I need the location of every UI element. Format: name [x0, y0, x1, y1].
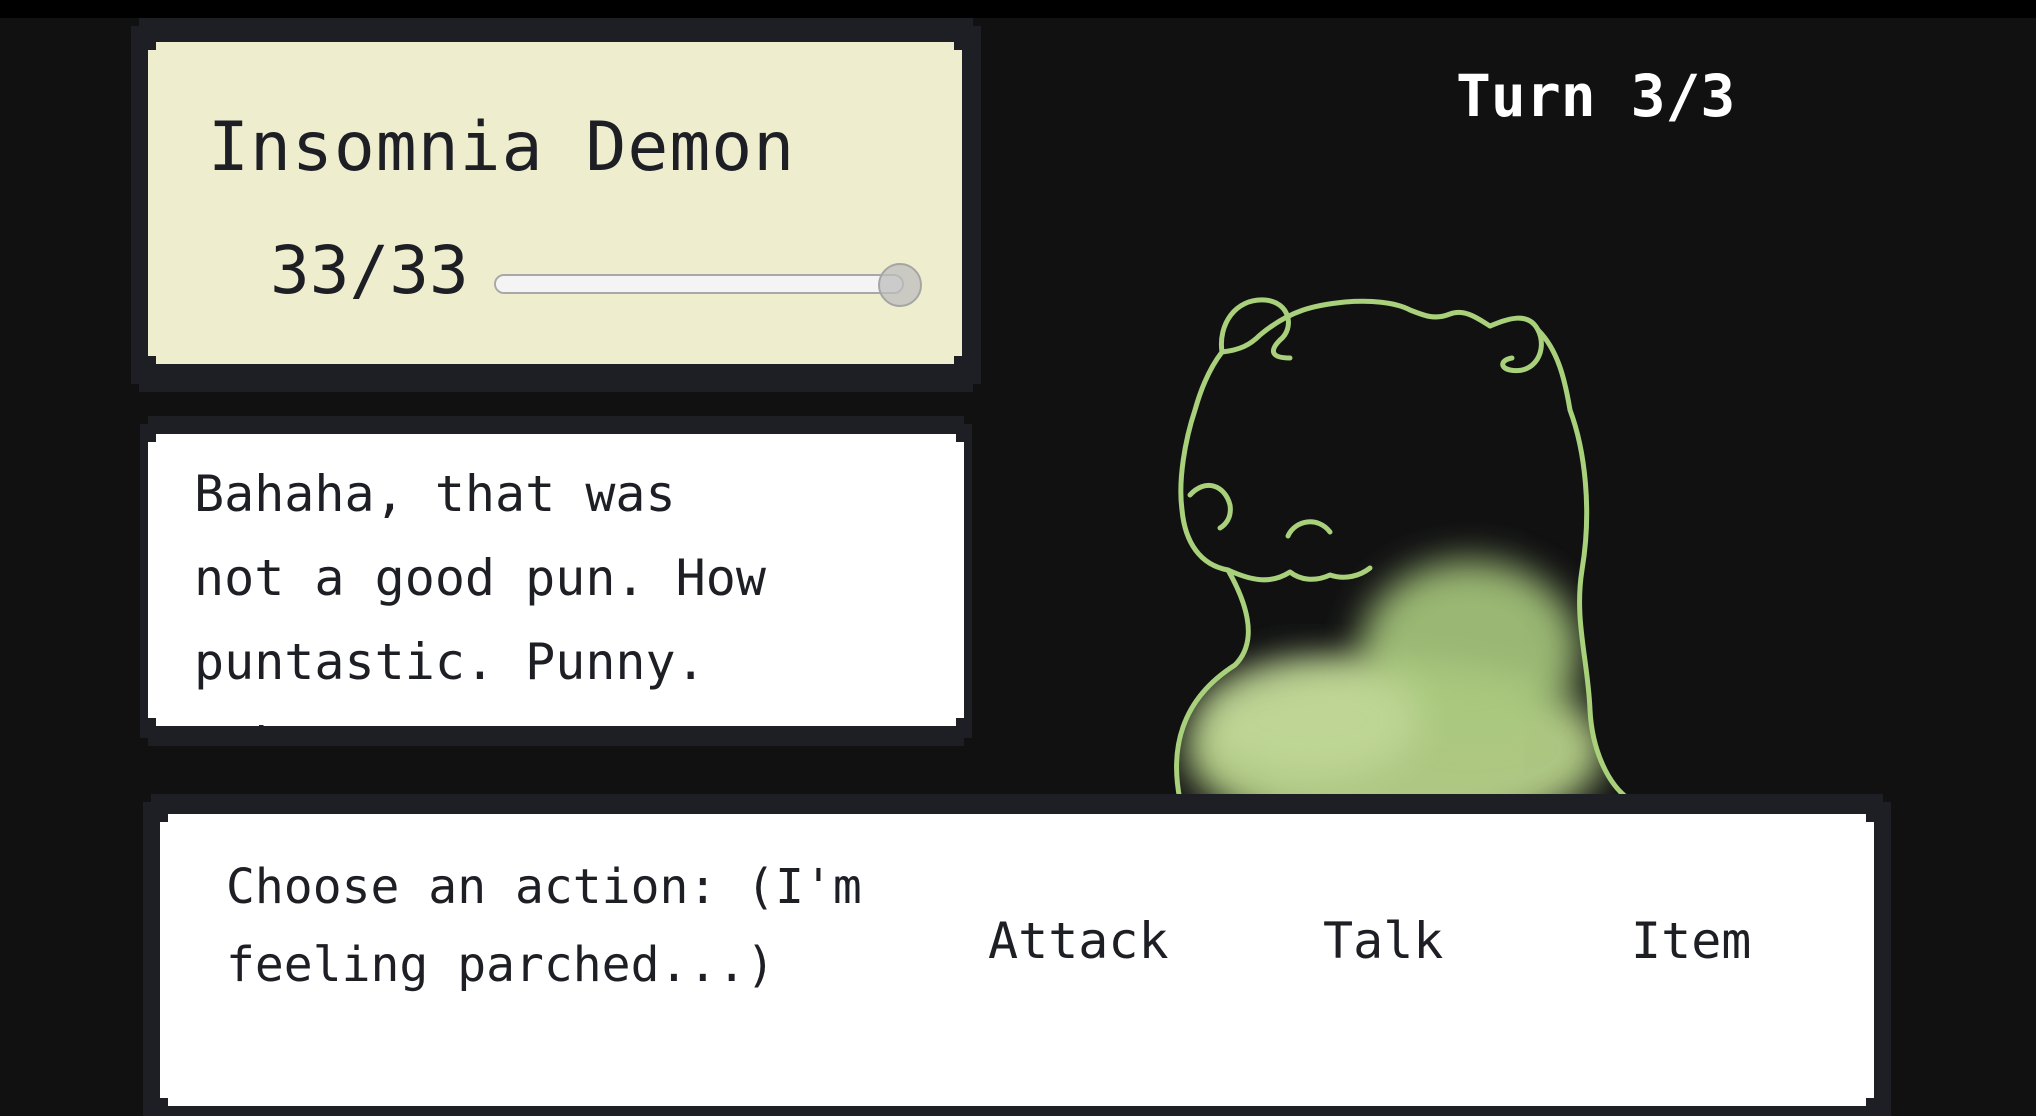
enemy-hp-bar-fill	[496, 276, 902, 292]
action-menu-panel: Choose an action: (I'm feeling parched..…	[143, 794, 1891, 1116]
talk-button[interactable]: Talk	[1323, 912, 1443, 970]
enemy-hp-bar	[494, 274, 904, 294]
dialogue-inner: Bahaha, that was not a good pun. How pun…	[148, 434, 964, 726]
enemy-name: Insomnia Demon	[208, 108, 796, 187]
action-menu-inner: Choose an action: (I'm feeling parched..…	[160, 814, 1874, 1106]
item-button[interactable]: Item	[1631, 912, 1751, 970]
action-prompt: Choose an action: (I'm feeling parched..…	[226, 859, 862, 993]
top-bar	[0, 0, 2036, 18]
attack-button[interactable]: Attack	[988, 912, 1169, 970]
enemy-hp-text: 33/33	[270, 232, 469, 309]
enemy-hp-bar-knob	[878, 263, 922, 307]
battle-screen: Insomnia Demon 33/33 Bahaha, that was no…	[0, 0, 2036, 1116]
insomnia-demon-sprite	[1174, 297, 1633, 800]
enemy-status-inner: Insomnia Demon 33/33	[148, 42, 962, 364]
dialogue-panel: Bahaha, that was not a good pun. How pun…	[140, 416, 972, 746]
turn-counter: Turn 3/3	[1456, 62, 1736, 130]
dialogue-text: Bahaha, that was not a good pun. How pun…	[194, 465, 766, 775]
enemy-status-panel: Insomnia Demon 33/33	[131, 18, 981, 392]
